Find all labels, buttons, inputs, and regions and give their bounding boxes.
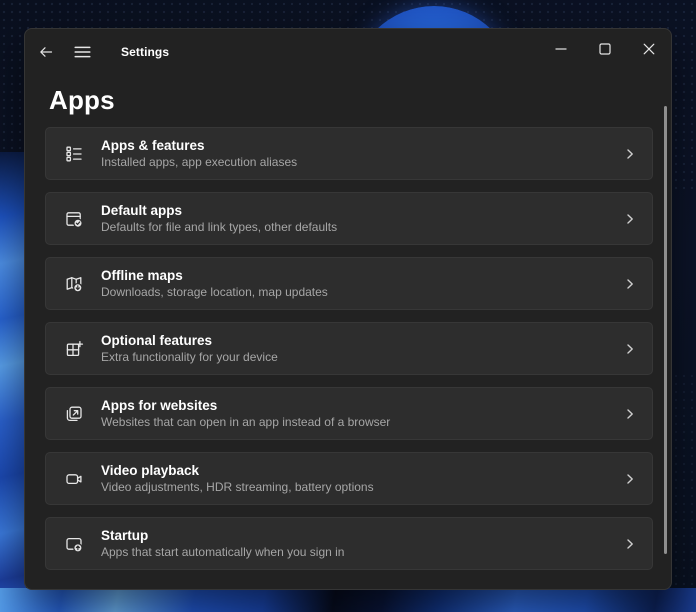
item-subtitle: Websites that can open in an app instead… (101, 416, 390, 428)
settings-list: Apps & features Installed apps, app exec… (45, 127, 653, 570)
hamburger-menu-icon (74, 45, 91, 59)
minimize-icon (555, 43, 567, 55)
settings-window: Settings Apps (24, 28, 672, 590)
chevron-right-icon (624, 473, 636, 485)
maximize-icon (599, 43, 611, 55)
minimize-button[interactable] (539, 29, 583, 69)
item-subtitle: Defaults for file and link types, other … (101, 221, 337, 233)
list-item-apps-features[interactable]: Apps & features Installed apps, app exec… (45, 127, 653, 180)
optional-features-icon (63, 338, 85, 360)
default-apps-icon (63, 208, 85, 230)
scrollbar[interactable] (664, 106, 667, 554)
wallpaper-bloom-left-ribbon (0, 152, 26, 612)
chevron-right-icon (624, 343, 636, 355)
maximize-button[interactable] (583, 29, 627, 69)
chevron-right-icon (624, 148, 636, 160)
item-subtitle: Downloads, storage location, map updates (101, 286, 328, 298)
item-title: Startup (101, 529, 344, 543)
list-item-optional-features[interactable]: Optional features Extra functionality fo… (45, 322, 653, 375)
close-button[interactable] (627, 29, 671, 69)
item-subtitle: Video adjustments, HDR streaming, batter… (101, 481, 374, 493)
chevron-right-icon (624, 408, 636, 420)
video-playback-icon (63, 468, 85, 490)
chevron-right-icon (624, 538, 636, 550)
apps-features-icon (63, 143, 85, 165)
navigation-menu-button[interactable] (67, 37, 97, 67)
back-arrow-icon (38, 44, 54, 60)
item-subtitle: Extra functionality for your device (101, 351, 278, 363)
list-item-default-apps[interactable]: Default apps Defaults for file and link … (45, 192, 653, 245)
item-subtitle: Installed apps, app execution aliases (101, 156, 297, 168)
offline-maps-icon (63, 273, 85, 295)
apps-for-websites-icon (63, 403, 85, 425)
item-subtitle: Apps that start automatically when you s… (101, 546, 344, 558)
window-controls (539, 29, 671, 69)
item-title: Optional features (101, 334, 278, 348)
chevron-right-icon (624, 278, 636, 290)
page-title: Apps (49, 85, 115, 116)
app-title: Settings (121, 45, 169, 59)
item-title: Offline maps (101, 269, 328, 283)
item-title: Apps & features (101, 139, 297, 153)
list-item-video-playback[interactable]: Video playback Video adjustments, HDR st… (45, 452, 653, 505)
titlebar: Settings (25, 29, 671, 75)
list-item-offline-maps[interactable]: Offline maps Downloads, storage location… (45, 257, 653, 310)
chevron-right-icon (624, 213, 636, 225)
item-title: Apps for websites (101, 399, 390, 413)
list-item-apps-for-websites[interactable]: Apps for websites Websites that can open… (45, 387, 653, 440)
startup-icon (63, 533, 85, 555)
close-icon (643, 43, 655, 55)
list-item-startup[interactable]: Startup Apps that start automatically wh… (45, 517, 653, 570)
item-title: Default apps (101, 204, 337, 218)
item-title: Video playback (101, 464, 374, 478)
wallpaper-bloom-bottom-ribbon (0, 588, 696, 612)
back-button[interactable] (31, 37, 61, 67)
